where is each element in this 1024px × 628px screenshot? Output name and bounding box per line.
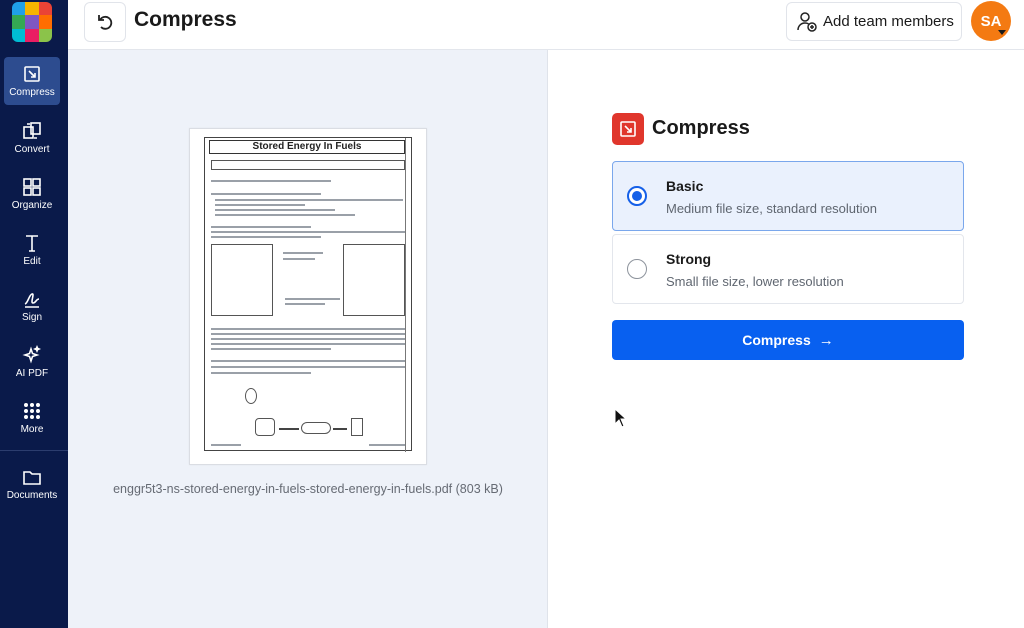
text-line — [211, 343, 405, 345]
add-team-members-label: Add team members — [823, 13, 954, 30]
text-line — [215, 209, 335, 211]
sidebar-item-label: AI PDF — [15, 367, 49, 379]
text-line — [285, 298, 340, 300]
logo-tile — [38, 2, 52, 16]
compress-icon — [620, 121, 636, 137]
text-line — [211, 444, 241, 446]
undo-icon — [98, 15, 113, 30]
text-line — [211, 226, 311, 228]
candle-illustration — [211, 244, 273, 316]
text-line — [211, 338, 405, 340]
page-title: Compress — [134, 8, 237, 31]
text-line — [283, 258, 315, 260]
sidebar-item-label: Sign — [21, 311, 42, 323]
undo-button[interactable] — [84, 2, 126, 42]
coal-illustration — [343, 244, 405, 316]
sidebar-item-more[interactable]: More — [4, 394, 60, 442]
logo-tile — [12, 15, 26, 29]
convert-icon — [23, 121, 41, 139]
compress-tool-icon — [612, 113, 644, 145]
compress-button[interactable]: Compress → — [612, 320, 964, 360]
add-user-icon — [797, 11, 817, 32]
text-line — [211, 328, 405, 330]
sidebar-item-ai-pdf[interactable]: AI PDF — [4, 338, 60, 386]
logo-tile — [25, 2, 39, 16]
option-basic[interactable]: Basic Medium file size, standard resolut… — [612, 161, 964, 231]
side-strip — [405, 138, 412, 452]
sidebar-item-edit[interactable]: Edit — [4, 226, 60, 274]
text-line — [211, 180, 331, 182]
sidebar-item-label: Documents — [6, 489, 58, 501]
sidebar-item-label: Edit — [23, 255, 41, 267]
text-line — [211, 366, 405, 368]
option-description: Small file size, lower resolution — [666, 274, 844, 289]
add-team-members-button[interactable]: Add team members — [786, 2, 962, 41]
plant-illustration — [351, 418, 363, 436]
compress-icon — [24, 65, 40, 82]
arrow-line — [279, 428, 299, 430]
sign-icon — [24, 292, 40, 308]
sidebar-item-label: Organize — [11, 199, 53, 211]
text-line — [211, 348, 331, 350]
text-line — [211, 372, 311, 374]
option-strong[interactable]: Strong Small file size, lower resolution — [612, 234, 964, 304]
option-description: Medium file size, standard resolution — [666, 201, 877, 216]
document-name-line — [211, 160, 405, 170]
bulb-illustration — [245, 388, 257, 404]
option-title: Strong — [666, 251, 712, 267]
sidebar-item-convert[interactable]: Convert — [4, 114, 60, 162]
chevron-down-icon[interactable] — [998, 30, 1006, 35]
document-thumbnail[interactable]: Stored Energy In Fuels — [189, 128, 427, 465]
arrow-right-icon: → — [818, 331, 834, 349]
text-line — [211, 236, 321, 238]
file-name: enggr5t3-ns-stored-energy-in-fuels-store… — [113, 482, 503, 496]
mouse-cursor-icon — [614, 408, 628, 428]
text-line — [211, 231, 405, 233]
text-line — [215, 199, 403, 201]
preview-pane: Stored Energy In Fuels enggr5t3-ns-store… — [68, 50, 548, 628]
text-line — [285, 303, 325, 305]
logo-tile — [25, 28, 39, 42]
logo-tile — [12, 2, 26, 16]
sidebar-divider — [0, 450, 68, 451]
text-line — [211, 333, 405, 335]
sidebar-item-label: Convert — [14, 143, 50, 155]
grid-dots-icon — [24, 402, 40, 419]
app-logo[interactable] — [12, 2, 52, 42]
arrow-line — [333, 428, 347, 430]
sidebar-item-organize[interactable]: Organize — [4, 170, 60, 218]
text-line — [369, 444, 405, 446]
sparkle-icon — [22, 344, 42, 364]
panel-title: Compress — [652, 117, 750, 139]
text-line — [283, 252, 323, 254]
text-line — [215, 214, 355, 216]
radio-strong[interactable] — [627, 259, 647, 279]
user-avatar[interactable]: SA — [971, 1, 1011, 41]
document-title: Stored Energy In Fuels — [209, 140, 405, 154]
logo-tile — [25, 15, 39, 29]
edit-text-icon — [26, 234, 38, 252]
text-line — [211, 193, 321, 195]
food-illustration — [301, 422, 331, 434]
text-line — [215, 204, 305, 206]
stove-illustration — [255, 418, 275, 436]
logo-tile — [12, 28, 26, 42]
logo-tile — [38, 28, 52, 42]
text-line — [211, 360, 405, 362]
sidebar-item-label: More — [20, 423, 44, 435]
radio-basic[interactable] — [627, 186, 647, 206]
sidebar-item-compress[interactable]: Compress — [4, 57, 60, 105]
sidebar-item-documents[interactable]: Documents — [2, 460, 62, 508]
sidebar-item-sign[interactable]: Sign — [4, 282, 60, 330]
folder-icon — [23, 470, 41, 485]
logo-tile — [38, 15, 52, 29]
document-page: Stored Energy In Fuels — [204, 137, 412, 452]
sidebar-item-label: Compress — [9, 86, 55, 98]
option-title: Basic — [666, 178, 704, 194]
compress-button-label: Compress — [742, 332, 811, 348]
sidebar: Compress Convert Organize Edit Sign AI P… — [0, 0, 68, 628]
organize-icon — [23, 177, 41, 196]
top-header: Compress Add team members SA — [68, 0, 1024, 50]
